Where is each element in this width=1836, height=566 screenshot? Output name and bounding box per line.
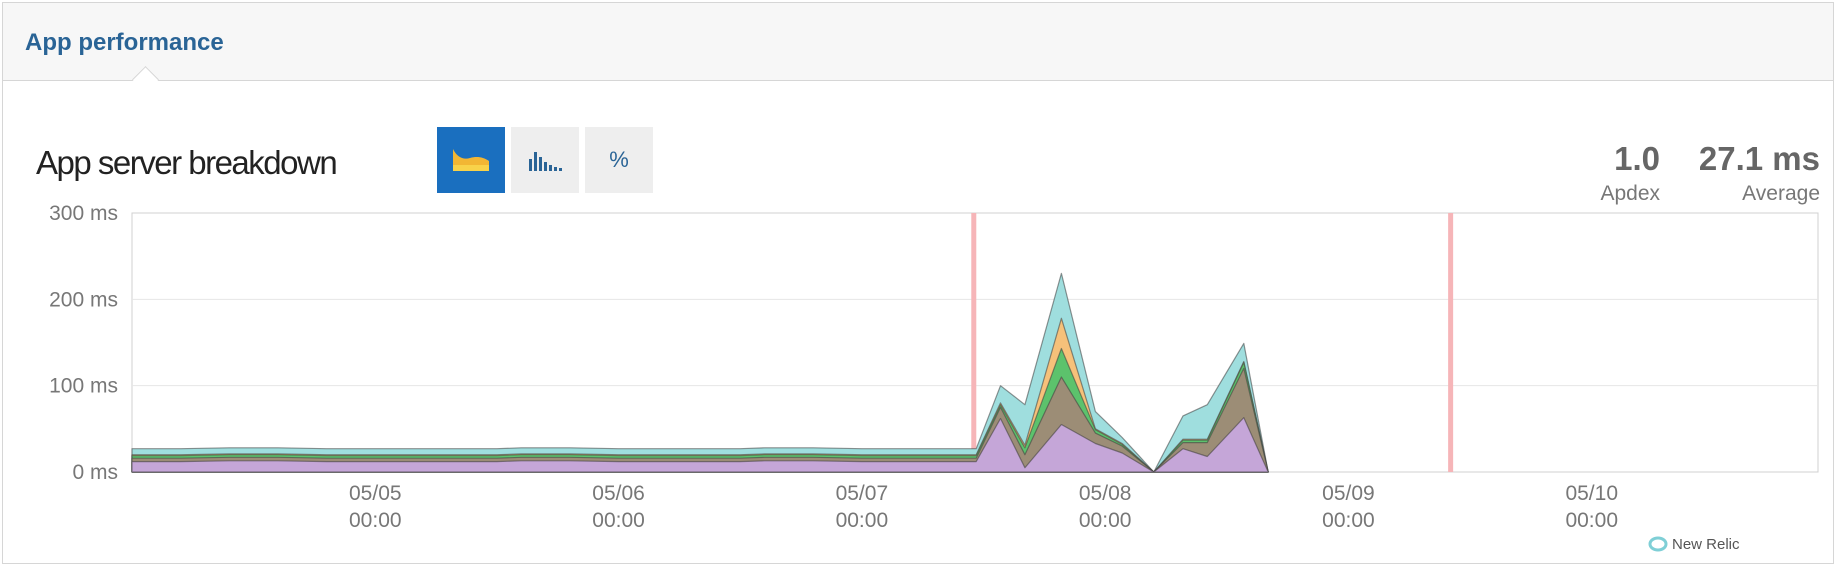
y-tick-label: 100 ms [49, 375, 118, 398]
x-tick-label-date: 05/06 [592, 482, 645, 505]
x-tick-label-time: 00:00 [349, 509, 402, 532]
x-tick-label-date: 05/09 [1322, 482, 1375, 505]
x-tick-label-date: 05/10 [1565, 482, 1618, 505]
event-marker-line [971, 213, 977, 472]
x-tick-label-time: 00:00 [1565, 509, 1618, 532]
x-tick-label-date: 05/08 [1079, 482, 1132, 505]
y-tick-label: 300 ms [49, 202, 118, 225]
x-tick-label-date: 05/05 [349, 482, 402, 505]
x-tick-label-time: 00:00 [1079, 509, 1132, 532]
app-server-breakdown-chart: 0 ms 100 ms 200 ms 300 ms 05/05 00:00 05/06 00:… [49, 202, 1819, 532]
new-relic-logo-icon [1648, 536, 1668, 552]
x-tick-label-time: 00:00 [836, 509, 889, 532]
new-relic-logo-text: New Relic [1672, 536, 1740, 553]
x-tick-label-time: 00:00 [592, 509, 645, 532]
y-tick-label: 200 ms [49, 288, 118, 311]
event-marker-line [1448, 213, 1454, 472]
x-tick-label-date: 05/07 [836, 482, 889, 505]
new-relic-logo[interactable]: New Relic [1648, 536, 1740, 553]
y-tick-label: 0 ms [72, 461, 118, 484]
x-tick-label-time: 00:00 [1322, 509, 1375, 532]
